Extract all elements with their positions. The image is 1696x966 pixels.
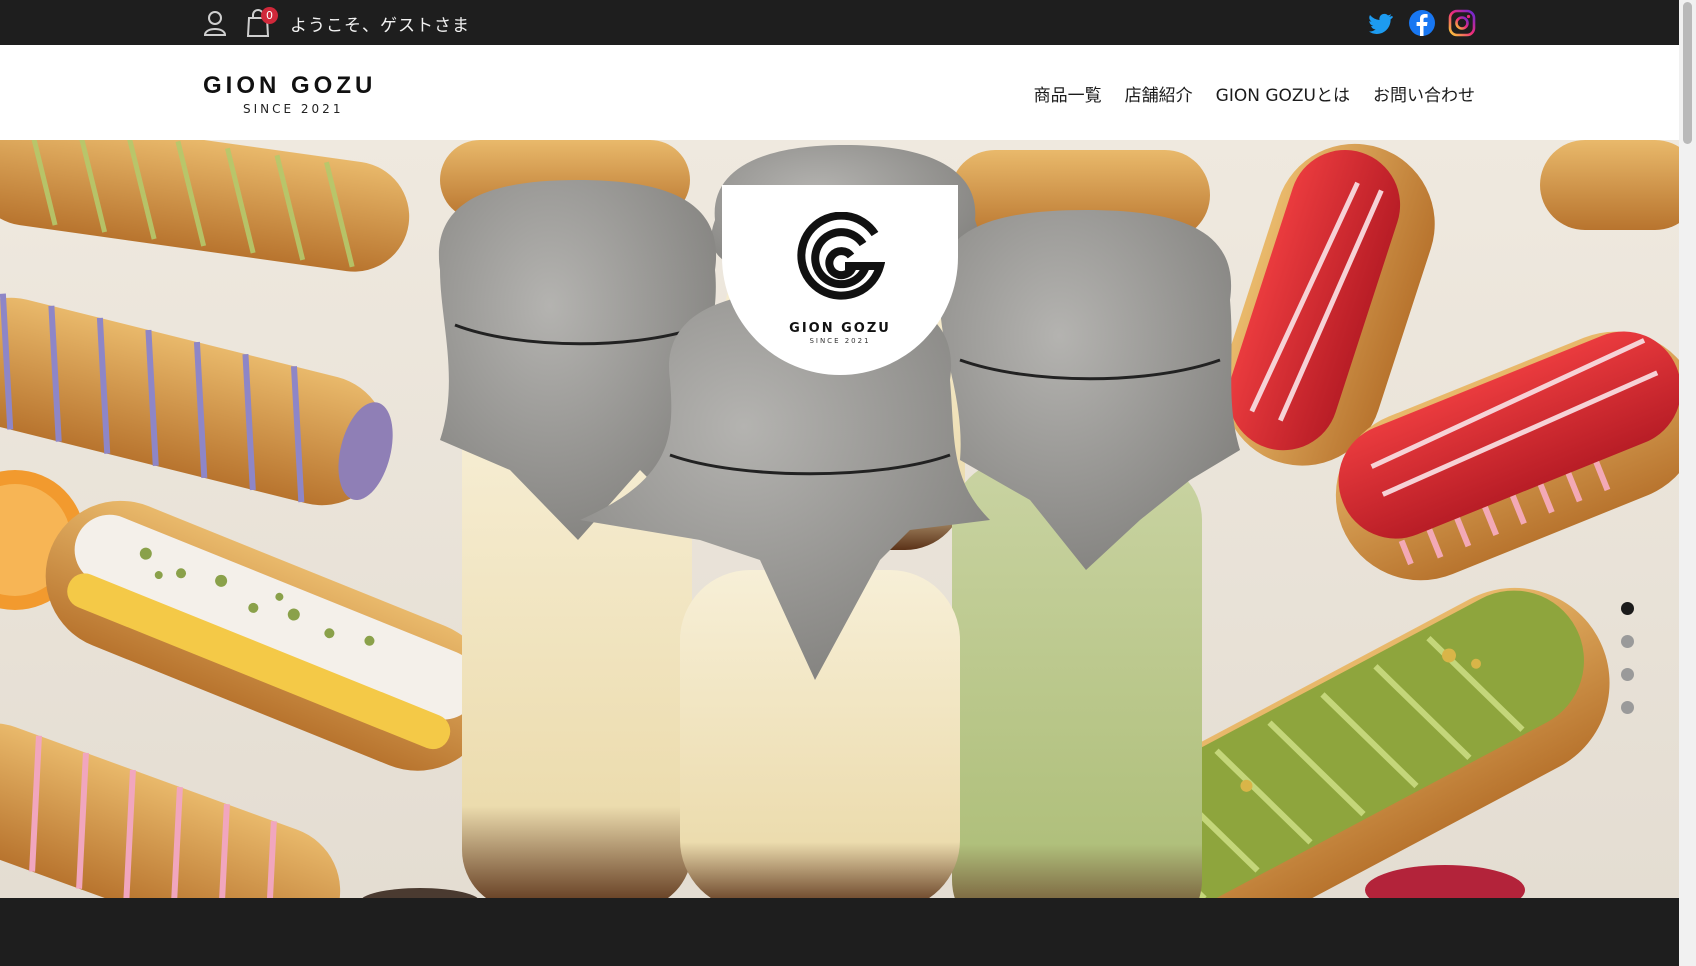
- hero-slider: GION GOZU SINCE 2021: [0, 140, 1679, 898]
- slider-pagination: [1621, 602, 1635, 734]
- site-header: GION GOZU SINCE 2021 商品一覧 店舗紹介 GION GOZU…: [0, 45, 1679, 140]
- instagram-icon[interactable]: [1448, 9, 1476, 37]
- dark-section-band: [0, 898, 1679, 966]
- logo-since-text: SINCE 2021: [809, 337, 871, 345]
- slider-dot-3[interactable]: [1621, 668, 1634, 681]
- nav-item-contact[interactable]: お問い合わせ: [1373, 81, 1475, 106]
- nav-item-about[interactable]: GION GOZUとは: [1216, 81, 1350, 106]
- facebook-icon[interactable]: [1408, 9, 1436, 37]
- cart-count-badge: 0: [261, 7, 278, 24]
- nav-item-products[interactable]: 商品一覧: [1034, 81, 1102, 106]
- nav-item-store-info[interactable]: 店舗紹介: [1125, 81, 1193, 106]
- welcome-text: ようこそ、ゲストさま: [290, 16, 470, 36]
- user-icon[interactable]: [203, 10, 227, 36]
- main-nav: 商品一覧 店舗紹介 GION GOZUとは お問い合わせ: [1034, 81, 1475, 106]
- twitter-icon[interactable]: [1367, 9, 1395, 37]
- scrollbar-thumb[interactable]: [1683, 2, 1692, 144]
- slider-dot-4[interactable]: [1621, 701, 1634, 714]
- slider-dot-2[interactable]: [1621, 635, 1634, 648]
- brand-since-text: SINCE 2021: [243, 102, 344, 116]
- page-scrollbar[interactable]: [1679, 0, 1696, 966]
- brand-logo-text[interactable]: GION GOZU: [203, 72, 376, 100]
- slider-dot-1[interactable]: [1621, 602, 1634, 615]
- logo-g-mark-icon: [797, 212, 885, 300]
- page: 0 ようこそ、ゲストさま GION GOZU SINCE 2021 商品一覧 店…: [0, 0, 1696, 966]
- logo-brand-name: GION GOZU: [789, 321, 891, 336]
- top-bar: 0 ようこそ、ゲストさま: [0, 0, 1679, 45]
